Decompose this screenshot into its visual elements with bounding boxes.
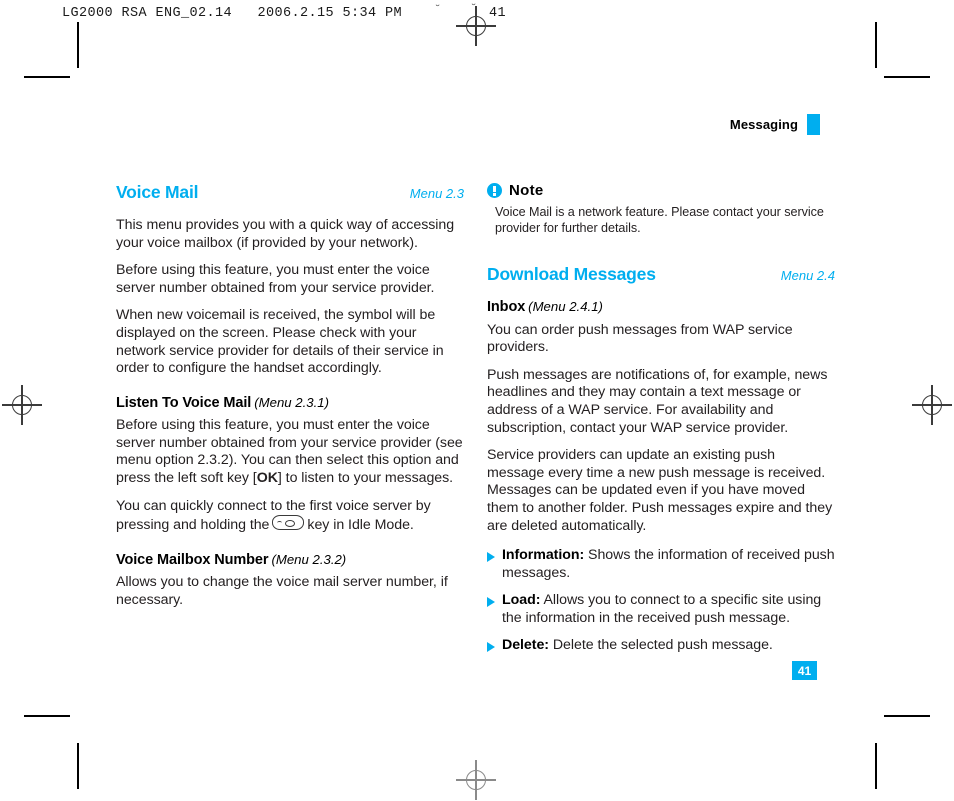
list-item-text: Information: Shows the information of re… <box>502 547 835 582</box>
sub-head-inbox: Inbox (Menu 2.4.1) <box>487 299 835 316</box>
section-title: Voice Mail <box>116 182 199 202</box>
crop-mark-bottom-left-horizontal <box>24 715 70 717</box>
list-item: Delete: Delete the selected push message… <box>487 637 835 655</box>
crop-mark-top-left-vertical <box>77 22 79 68</box>
list-item-label: Delete: <box>502 637 549 654</box>
paragraph: Push messages are notifications of, for … <box>487 366 828 436</box>
sub-head-title: Listen To Voice Mail <box>116 394 252 411</box>
paragraph: Service providers can update an existing… <box>487 447 833 534</box>
soft-key-label-ok: OK <box>256 469 278 486</box>
triangle-bullet-icon <box>487 641 495 652</box>
running-head-label: Messaging <box>729 117 798 132</box>
registration-mark-circle <box>466 16 486 36</box>
paragraph-with-softkey: Before using this feature, you must ente… <box>116 417 464 487</box>
section-menu-reference: Menu 2.3 <box>409 186 464 201</box>
sub-head-title: Inbox <box>487 299 526 316</box>
registration-mark-bottom <box>456 760 496 800</box>
list-item-description: Delete the selected push message. <box>548 637 773 654</box>
list-item-label: Load: <box>502 592 541 609</box>
crop-mark-top-right-vertical <box>875 22 877 68</box>
registration-mark-circle <box>922 395 942 415</box>
paragraph: You can order push messages from WAP ser… <box>487 321 793 356</box>
note-body: Voice Mail is a network feature. Please … <box>495 205 824 235</box>
voicemail-key-icon <box>272 515 305 531</box>
sub-head-voice-mailbox-number: Voice Mailbox Number (Menu 2.3.2) <box>116 552 464 569</box>
sub-head-listen-to-voice-mail: Listen To Voice Mail (Menu 2.3.1) <box>116 395 464 412</box>
triangle-bullet-icon <box>487 596 495 607</box>
crop-mark-top-right-horizontal <box>884 76 930 78</box>
section-title: Download Messages <box>487 264 656 285</box>
list-item: Information: Shows the information of re… <box>487 547 835 582</box>
paragraph-with-key-glyph: You can quickly connect to the first voi… <box>116 498 464 535</box>
section-menu-reference: Menu 2.4 <box>780 268 835 284</box>
paragraph-text-after-glyph: key in Idle Mode. <box>307 517 414 534</box>
section-head-download-messages: Download Messages Menu 2.4 <box>487 264 835 285</box>
sub-head-menu-reference: (Menu 2.4.1) <box>528 299 603 315</box>
note-block: Note Voice Mail is a network feature. Pl… <box>487 182 835 236</box>
registration-mark-circle <box>466 770 486 790</box>
sub-head-title: Voice Mailbox Number <box>116 551 269 568</box>
page-number-badge: 41 <box>792 661 817 680</box>
list-item-description: Allows you to connect to a specific site… <box>502 592 822 626</box>
running-head-accent-bar <box>807 114 820 135</box>
paragraph: This menu provides you with a quick way … <box>116 217 455 251</box>
prepress-slug-line: LG2000 RSA ENG_02.14 2006.2.15 5:34 PM <box>62 6 403 21</box>
paragraph: Allows you to change the voice mail serv… <box>116 574 448 608</box>
note-title: Note <box>509 182 544 199</box>
list-item-text: Delete: Delete the selected push message… <box>502 637 835 655</box>
registration-mark-top <box>456 6 496 46</box>
bullet-list: Information: Shows the information of re… <box>487 547 835 655</box>
crop-mark-bottom-right-vertical <box>875 743 877 789</box>
crop-mark-bottom-right-horizontal <box>884 715 930 717</box>
list-item-label: Information: <box>502 547 585 564</box>
registration-mark-right <box>912 385 952 425</box>
paragraph: Before using this feature, you must ente… <box>116 262 435 296</box>
list-item-text: Load: Allows you to connect to a specifi… <box>502 592 835 627</box>
note-head: Note <box>487 182 835 199</box>
prepress-tilde-mark-left: ˘ <box>434 3 442 17</box>
registration-mark-circle <box>12 395 32 415</box>
left-column: Voice Mail Menu 2.3 This menu provides y… <box>116 182 464 609</box>
section-head-voice-mail: Voice Mail Menu 2.3 <box>116 182 464 203</box>
sub-head-menu-reference: (Menu 2.3.2) <box>271 551 347 567</box>
list-item: Load: Allows you to connect to a specifi… <box>487 592 835 627</box>
registration-mark-left <box>2 385 42 425</box>
paragraph-text-after-key: ] to listen to your messages. <box>277 469 454 486</box>
crop-mark-bottom-left-vertical <box>77 743 79 789</box>
crop-mark-top-left-horizontal <box>24 76 70 78</box>
paragraph: When new voicemail is received, the symb… <box>116 307 444 377</box>
running-head: Messaging <box>730 114 820 135</box>
right-column: Note Voice Mail is a network feature. Pl… <box>487 182 835 655</box>
triangle-bullet-icon <box>487 551 495 562</box>
info-exclamation-icon <box>487 183 502 198</box>
sub-head-menu-reference: (Menu 2.3.1) <box>254 394 330 410</box>
